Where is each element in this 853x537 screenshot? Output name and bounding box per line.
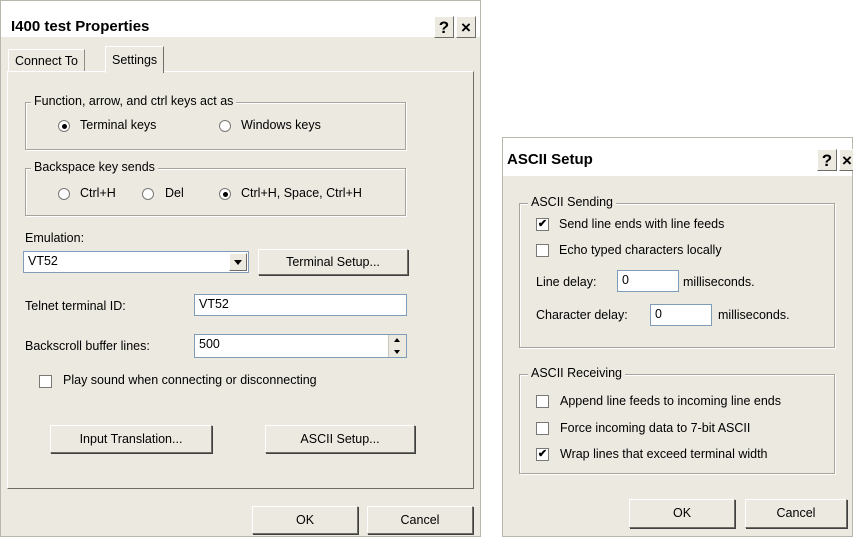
wrap-lines-label[interactable]: Wrap lines that exceed terminal width — [560, 447, 768, 461]
line-delay-input[interactable]: 0 — [617, 270, 679, 292]
properties-ok-button[interactable]: OK — [252, 506, 358, 534]
echo-typed-checkbox[interactable] — [536, 244, 549, 257]
ascii-ok-button[interactable]: OK — [629, 499, 735, 528]
keys-group-legend: Function, arrow, and ctrl keys act as — [31, 94, 237, 109]
play-sound-label[interactable]: Play sound when connecting or disconnect… — [63, 373, 317, 387]
terminal-setup-button[interactable]: Terminal Setup... — [258, 249, 408, 275]
send-line-ends-checkbox[interactable]: ✔ — [536, 218, 549, 231]
ctrl-h-radio[interactable] — [58, 188, 70, 200]
help-icon[interactable]: ? — [434, 16, 454, 38]
windows-keys-radio[interactable] — [219, 120, 231, 132]
properties-cancel-button[interactable]: Cancel — [367, 506, 473, 534]
telnet-id-input[interactable]: VT52 — [194, 294, 407, 316]
terminal-keys-label[interactable]: Terminal keys — [80, 118, 156, 132]
chevron-down-icon[interactable] — [229, 253, 247, 271]
ascii-setup-button[interactable]: ASCII Setup... — [265, 425, 415, 453]
append-lf-label[interactable]: Append line feeds to incoming line ends — [560, 394, 781, 408]
telnet-id-label: Telnet terminal ID: — [25, 299, 126, 313]
append-lf-checkbox[interactable] — [536, 395, 549, 408]
check-icon: ✔ — [537, 448, 548, 460]
ascii-receiving-legend: ASCII Receiving — [528, 366, 626, 381]
force-7bit-checkbox[interactable] — [536, 422, 549, 435]
wrap-lines-checkbox[interactable]: ✔ — [536, 448, 549, 461]
send-line-ends-label[interactable]: Send line ends with line feeds — [559, 217, 724, 231]
emulation-label: Emulation: — [25, 231, 85, 245]
spin-up-icon[interactable] — [394, 338, 400, 342]
echo-typed-label[interactable]: Echo typed characters locally — [559, 243, 722, 257]
ascii-setup-dialog: ASCII Setup ? × ASCII Sending ✔ Send lin… — [502, 137, 853, 537]
properties-dialog: I400 test Properties ? × Connect To Sett… — [0, 0, 481, 537]
close-icon[interactable]: × — [839, 149, 853, 171]
check-icon: ✔ — [537, 218, 548, 230]
spin-down-icon[interactable] — [394, 350, 400, 354]
ctrl-h-space-ctrl-h-label[interactable]: Ctrl+H, Space, Ctrl+H — [241, 186, 362, 200]
ascii-sending-legend: ASCII Sending — [528, 195, 616, 210]
line-delay-unit: milliseconds. — [683, 275, 755, 289]
ctrl-h-label[interactable]: Ctrl+H — [80, 186, 116, 200]
ascii-title: ASCII Setup — [507, 151, 593, 168]
ascii-cancel-button[interactable]: Cancel — [745, 499, 847, 528]
close-icon[interactable]: × — [456, 16, 476, 38]
emulation-select[interactable]: VT52 — [23, 251, 249, 273]
input-translation-button[interactable]: Input Translation... — [50, 425, 212, 453]
del-radio[interactable] — [142, 188, 154, 200]
play-sound-checkbox[interactable] — [39, 375, 52, 388]
backscroll-spinner[interactable] — [388, 335, 406, 357]
char-delay-label: Character delay: — [536, 308, 628, 322]
force-7bit-label[interactable]: Force incoming data to 7-bit ASCII — [560, 421, 750, 435]
windows-keys-label[interactable]: Windows keys — [241, 118, 321, 132]
del-label[interactable]: Del — [165, 186, 184, 200]
backscroll-input[interactable]: 500 — [194, 334, 407, 358]
tab-settings[interactable]: Settings — [105, 46, 165, 73]
backscroll-label: Backscroll buffer lines: — [25, 339, 150, 353]
help-icon[interactable]: ? — [817, 149, 837, 171]
backspace-group-legend: Backspace key sends — [31, 160, 158, 175]
tab-connect-to[interactable]: Connect To — [8, 49, 86, 72]
properties-title: I400 test Properties — [11, 18, 150, 35]
emulation-value: VT52 — [28, 254, 58, 268]
terminal-keys-radio[interactable] — [58, 120, 70, 132]
char-delay-unit: milliseconds. — [718, 308, 790, 322]
line-delay-label: Line delay: — [536, 275, 597, 289]
ctrl-h-space-ctrl-h-radio[interactable] — [219, 188, 231, 200]
char-delay-input[interactable]: 0 — [650, 304, 712, 326]
